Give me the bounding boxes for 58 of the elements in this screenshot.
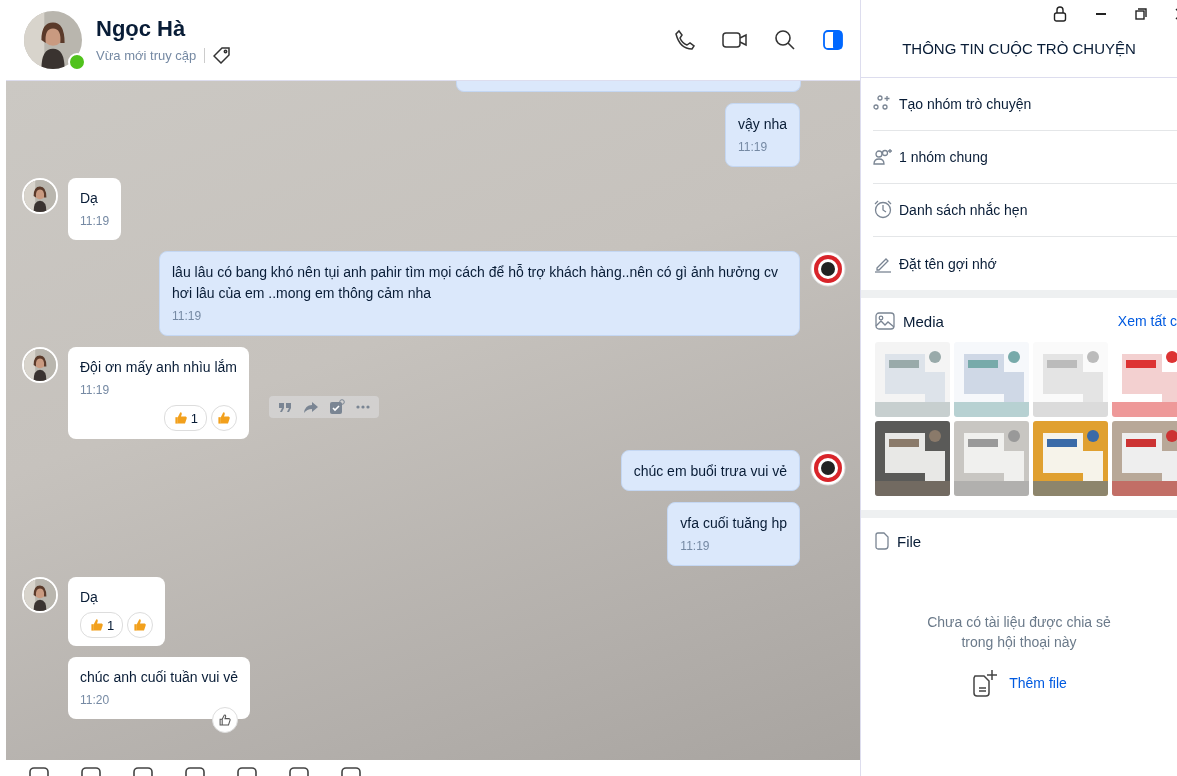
count-label: 1	[190, 409, 199, 428]
restore-icon[interactable]	[1135, 6, 1147, 22]
search-icon[interactable]	[774, 29, 796, 51]
round-logo-icon	[810, 251, 846, 287]
like-button[interactable]	[212, 707, 238, 733]
tag-icon[interactable]	[213, 46, 232, 64]
clock-icon	[873, 200, 893, 220]
toolbar-icon[interactable]	[288, 766, 310, 776]
reaction-count[interactable]: 1	[163, 405, 208, 431]
round-logo-icon	[810, 450, 846, 486]
message-time: 11:20	[80, 692, 111, 709]
message-text: lâu lâu có bang khó nên tụi anh pahir tìm mọi cách để hỗ trợ khách hàng..nên có gì ảnh hưởng cv hơi lâu của em ..mong em thông cảm nha	[172, 263, 779, 303]
message-text: Dạ	[80, 189, 99, 208]
people-icon	[873, 147, 893, 167]
toolbar-icon[interactable]	[80, 766, 102, 776]
reaction-count[interactable]: 1	[80, 612, 124, 638]
panel-title: THÔNG TIN CUỘC TRÒ CHUYỆN	[861, 24, 1177, 78]
message-time: 11:19	[80, 213, 110, 230]
phone-icon[interactable]	[674, 29, 696, 51]
thumbs-up-icon	[132, 617, 149, 633]
file-icon	[875, 532, 889, 550]
toolbar-icon[interactable]	[132, 766, 154, 776]
image-icon	[875, 312, 895, 330]
message-text: vfa cuối tuăng hp	[680, 514, 787, 533]
message-time: 11:19	[680, 538, 711, 555]
message-time: 11:19	[80, 382, 111, 399]
view-all-link[interactable]: Xem tất c	[1117, 313, 1177, 329]
toolbar-icon[interactable]	[236, 766, 258, 776]
thumbs-up-icon	[216, 410, 233, 426]
panel-menu-item[interactable]: Danh sách nhắc hẹn	[873, 184, 1177, 237]
toolbar-icon[interactable]	[340, 766, 362, 776]
last-seen-status: Vừa mới truy cập	[96, 47, 206, 63]
contact-name: Ngọc Hà	[96, 16, 187, 42]
thumbs-up-icon	[218, 713, 232, 727]
message-text: chúc anh cuối tuần vui vẻ	[80, 668, 238, 687]
message-text: Dạ	[80, 588, 99, 607]
message-time: 11:19	[172, 308, 203, 325]
message-text: chúc em buổi trưa vui vẻ	[633, 462, 787, 481]
count-label: 1	[107, 616, 115, 635]
sidebar-toggle-icon[interactable]	[822, 29, 844, 51]
task-icon[interactable]	[329, 399, 346, 415]
video-call-icon[interactable]	[722, 30, 748, 50]
lock-icon[interactable]	[1053, 6, 1067, 22]
thumbs-up-icon	[89, 617, 105, 633]
panel-menu-item[interactable]: Đặt tên gợi nhớ	[873, 237, 1177, 290]
toolbar-icon[interactable]	[184, 766, 206, 776]
panel-menu-item[interactable]: Tạo nhóm trò chuyện	[873, 78, 1177, 131]
panel-menu-item[interactable]: 1 nhóm chung	[873, 131, 1177, 184]
thumbs-up-icon	[172, 410, 189, 426]
add-file-icon[interactable]	[971, 668, 1000, 698]
section-title: Media	[903, 312, 944, 330]
empty-files-message: Chưa có tài liệu được chia sẻ trong hội thoại này	[926, 613, 1112, 652]
toolbar-icon[interactable]	[28, 766, 50, 776]
section-title: File	[897, 532, 922, 550]
message-text: Đội ơn mấy anh nhìu lắm	[80, 358, 238, 377]
message-text: vậy nha	[737, 115, 787, 134]
add-file-button[interactable]: Thêm file	[1009, 675, 1067, 691]
message-time: 11:19	[737, 139, 769, 156]
